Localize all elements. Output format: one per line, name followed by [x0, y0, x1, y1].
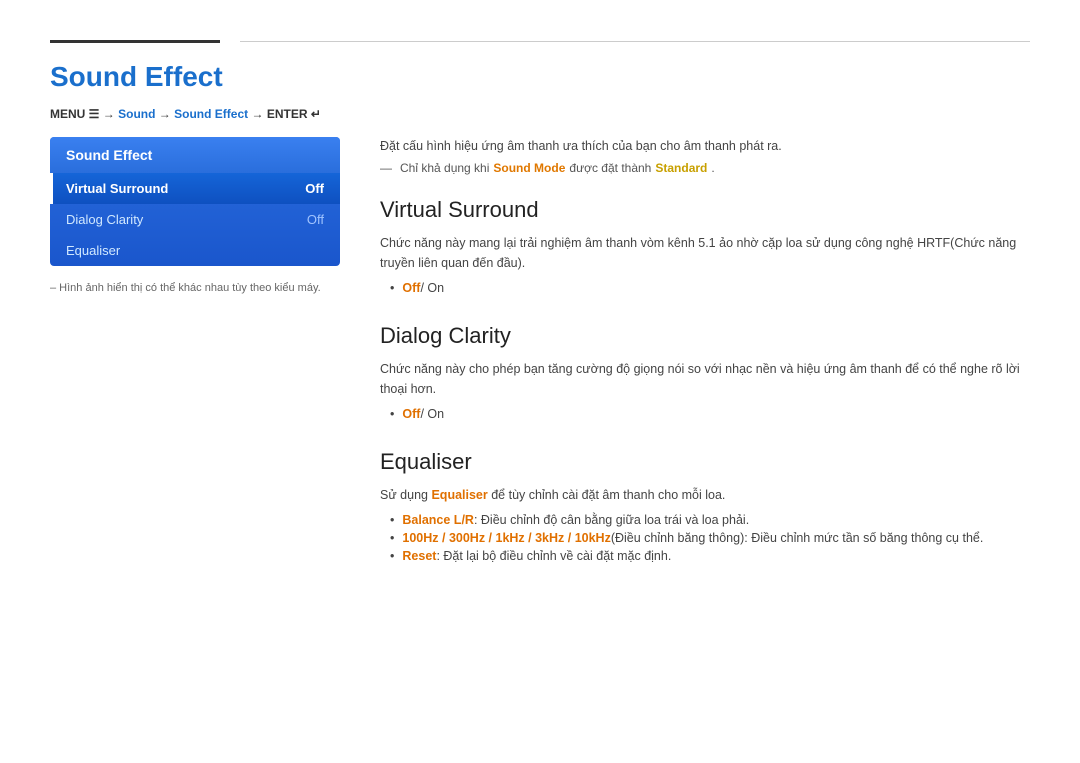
footnote: – Hình ảnh hiển thị có thể khác nhau tùy…: [50, 282, 340, 294]
breadcrumb-sound: Sound: [118, 107, 155, 121]
menu-box-title: Sound Effect: [50, 137, 340, 173]
balance-label: Balance L/R: [402, 513, 474, 527]
bullet-on-label-2: / On: [420, 407, 444, 421]
equaliser-highlight: Equaliser: [431, 488, 487, 502]
section-divider-2: [380, 425, 1030, 443]
standard-highlight: Standard: [655, 161, 707, 175]
section-divider-1: [380, 299, 1030, 317]
equaliser-desc-prefix: Sử dụng: [380, 488, 431, 502]
bullet-reset: Reset : Đặt lại bộ điều chỉnh về cài đặt…: [380, 549, 1030, 563]
breadcrumb: MENU ☰ → Sound → Sound Effect → ENTER ↵: [50, 107, 1030, 121]
right-panel: Đặt cấu hình hiệu ứng âm thanh ưa thích …: [380, 137, 1030, 567]
menu-item-label: Dialog Clarity: [66, 212, 143, 227]
left-panel: Sound Effect Virtual Surround Off Dialog…: [50, 137, 340, 567]
reset-label: Reset: [402, 549, 436, 563]
right-intro-text: Đặt cấu hình hiệu ứng âm thanh ưa thích …: [380, 137, 1030, 156]
breadcrumb-arrow2: →: [159, 107, 174, 121]
top-line-accent: [50, 40, 220, 43]
breadcrumb-arrow1: →: [103, 107, 118, 121]
bullet-dialog-clarity-off-on: Off / On: [380, 407, 1030, 421]
section-title-virtual-surround: Virtual Surround: [380, 197, 1030, 223]
breadcrumb-enter: ENTER ↵: [267, 107, 321, 121]
bullet-off-label-2: Off: [402, 407, 420, 421]
bullet-on-label: / On: [420, 281, 444, 295]
section-desc-virtual-surround: Chức năng này mang lại trải nghiệm âm th…: [380, 233, 1030, 273]
breadcrumb-sound-effect: Sound Effect: [174, 107, 248, 121]
bullet-balance-lr: Balance L/R : Điều chỉnh độ cân bằng giữ…: [380, 513, 1030, 527]
bullet-off-label: Off: [402, 281, 420, 295]
right-note-end: .: [711, 161, 714, 175]
breadcrumb-menu: MENU ☰: [50, 107, 99, 121]
menu-item-dialog-clarity[interactable]: Dialog Clarity Off: [50, 204, 340, 235]
section-title-dialog-clarity: Dialog Clarity: [380, 323, 1030, 349]
enter-icon: ↵: [311, 107, 321, 121]
breadcrumb-arrow3: →: [251, 107, 266, 121]
top-decorative-line: [50, 40, 1030, 43]
right-note-prefix: Chỉ khả dụng khi: [400, 161, 489, 175]
menu-item-virtual-surround[interactable]: Virtual Surround Off: [50, 173, 340, 204]
top-line-separator: [240, 41, 1030, 42]
menu-item-value: Off: [307, 212, 324, 227]
balance-desc: : Điều chỉnh độ cân bằng giữa loa trái v…: [474, 513, 749, 527]
content-layout: Sound Effect Virtual Surround Off Dialog…: [50, 137, 1030, 567]
right-note: Chỉ khả dụng khi Sound Mode được đặt thà…: [380, 161, 1030, 175]
bullet-frequencies: 100Hz / 300Hz / 1kHz / 3kHz / 10kHz (Điề…: [380, 531, 1030, 545]
freq-label: 100Hz / 300Hz / 1kHz / 3kHz / 10kHz: [402, 531, 610, 545]
menu-item-value: Off: [305, 181, 324, 196]
menu-icon: ☰: [89, 107, 100, 121]
page-title: Sound Effect: [50, 61, 1030, 93]
sound-mode-highlight: Sound Mode: [493, 161, 565, 175]
section-desc-equaliser: Sử dụng Equaliser để tùy chỉnh cài đặt â…: [380, 485, 1030, 505]
reset-desc: : Đặt lại bộ điều chỉnh về cài đặt mặc đ…: [436, 549, 671, 563]
section-desc-dialog-clarity: Chức năng này cho phép bạn tăng cường độ…: [380, 359, 1030, 399]
bullet-virtual-surround-off-on: Off / On: [380, 281, 1030, 295]
freq-desc: (Điều chỉnh băng thông): Điều chỉnh mức …: [611, 531, 984, 545]
menu-item-equaliser[interactable]: Equaliser: [50, 235, 340, 266]
equaliser-desc-rest: để tùy chỉnh cài đặt âm thanh cho mỗi lo…: [491, 488, 725, 502]
section-title-equaliser: Equaliser: [380, 449, 1030, 475]
menu-item-label: Virtual Surround: [66, 181, 168, 196]
right-note-mid: được đặt thành: [569, 161, 651, 175]
menu-item-label: Equaliser: [66, 243, 120, 258]
menu-box: Sound Effect Virtual Surround Off Dialog…: [50, 137, 340, 266]
